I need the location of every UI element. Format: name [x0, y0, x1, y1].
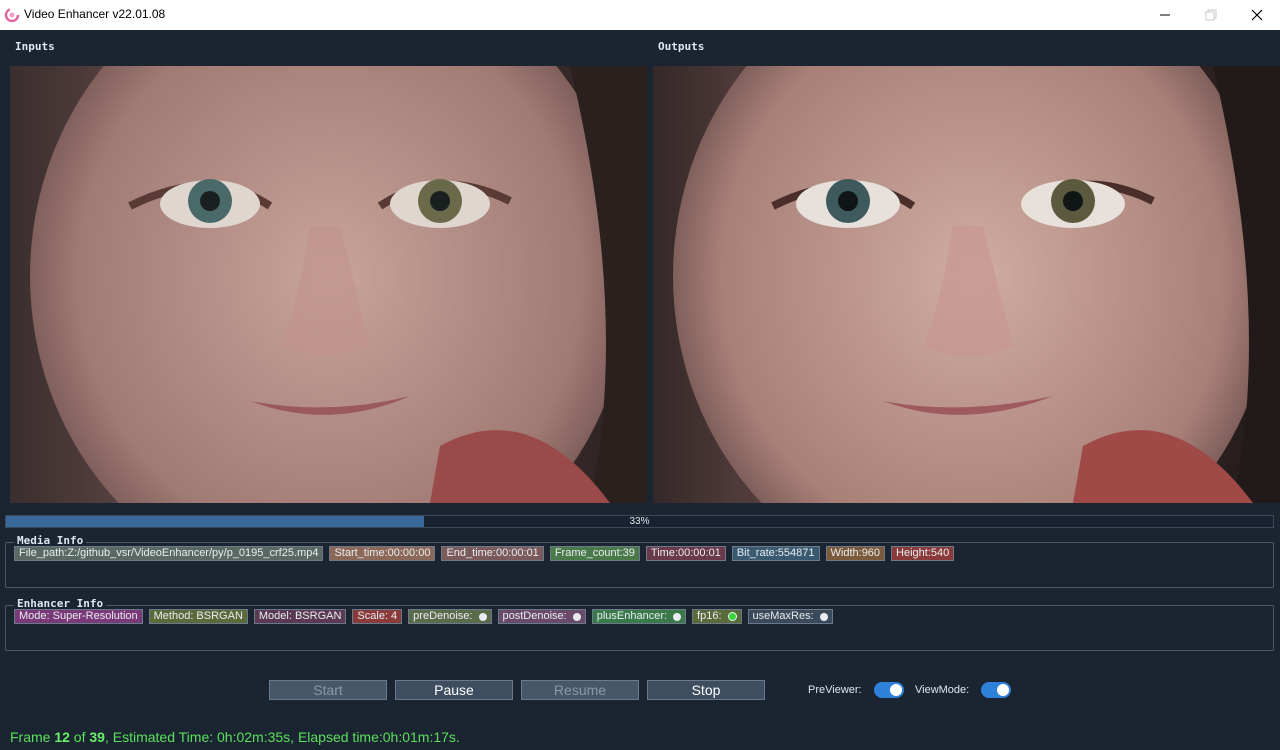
- close-button[interactable]: [1234, 0, 1280, 30]
- progress-bar: 33%: [5, 515, 1274, 528]
- restore-icon: [1205, 9, 1217, 21]
- app-logo-icon: [4, 7, 20, 23]
- enhancer-info-tag-label: plusEnhancer:: [596, 610, 668, 622]
- input-preview: [10, 66, 647, 503]
- media-info-tags: File_path:Z:/github_vsr/VideoEnhancer/py…: [14, 546, 960, 561]
- media-info-tag-label: End_time:00:00:01: [446, 547, 539, 559]
- close-icon: [1251, 9, 1263, 21]
- media-info-tag: Width:960: [825, 546, 886, 561]
- enhancer-info-tag: useMaxRes:: [747, 609, 833, 624]
- minimize-button[interactable]: [1142, 0, 1188, 30]
- media-info-tag: File_path:Z:/github_vsr/VideoEnhancer/py…: [14, 546, 324, 561]
- media-info-tag: Time:00:00:01: [645, 546, 726, 561]
- media-info-tag-label: Frame_count:39: [554, 547, 635, 559]
- enhancer-info-tag: plusEnhancer:: [591, 609, 687, 624]
- pause-button[interactable]: Pause: [395, 680, 513, 700]
- status-off-indicator: [478, 612, 487, 621]
- enhancer-info-tag-label: Mode: Super-Resolution: [19, 610, 138, 622]
- toggle-knob: [997, 684, 1009, 696]
- previewer-label: PreViewer:: [808, 684, 862, 696]
- title-bar: Video Enhancer v22.01.08: [0, 0, 1280, 30]
- media-info-tag: Bit_rate:554871: [731, 546, 820, 561]
- status-frame-of: of: [69, 729, 90, 745]
- enhancer-info-tag-label: Model: BSRGAN: [258, 610, 342, 622]
- media-info-tag-label: Time:00:00:01: [650, 547, 721, 559]
- resume-button[interactable]: Resume: [521, 680, 639, 700]
- enhancer-info-tag-label: postDenoise:: [502, 610, 567, 622]
- status-frame-current: 12: [54, 729, 70, 745]
- media-info-group: Media Info File_path:Z:/github_vsr/Video…: [5, 534, 1274, 588]
- media-info-tag-label: Bit_rate:554871: [736, 547, 815, 559]
- inputs-label: Inputs: [15, 40, 55, 53]
- media-info-tag: Height:540: [891, 546, 955, 561]
- output-preview: [653, 66, 1280, 503]
- enhancer-info-tag: Scale: 4: [352, 609, 403, 624]
- enhancer-info-tag: preDenoise:: [408, 609, 492, 624]
- enhancer-info-tag: postDenoise:: [497, 609, 586, 624]
- status-off-indicator: [819, 612, 828, 621]
- media-info-tag-label: Height:540: [896, 547, 950, 559]
- enhancer-info-tag: fp16:: [692, 609, 742, 624]
- status-on-indicator: [727, 612, 737, 621]
- status-off-indicator: [673, 612, 682, 621]
- enhancer-info-tag: Mode: Super-Resolution: [14, 609, 143, 624]
- media-info-tag-label: File_path:Z:/github_vsr/VideoEnhancer/py…: [19, 547, 319, 559]
- progress-label: 33%: [629, 516, 650, 527]
- stop-button[interactable]: Stop: [647, 680, 765, 700]
- viewmode-label: ViewMode:: [915, 684, 970, 696]
- media-info-tag: Frame_count:39: [549, 546, 640, 561]
- enhancer-info-tag: Method: BSRGAN: [148, 609, 248, 624]
- status-line: Frame 12 of 39, Estimated Time: 0h:02m:3…: [10, 729, 460, 745]
- minimize-icon: [1160, 14, 1170, 16]
- start-button[interactable]: Start: [269, 680, 387, 700]
- enhancer-info-tag: Model: BSRGAN: [253, 609, 347, 624]
- previewer-toggle[interactable]: [874, 682, 904, 698]
- enhancer-info-tag-label: preDenoise:: [413, 610, 473, 622]
- enhancer-info-tag-label: fp16:: [697, 610, 722, 622]
- media-info-tag-label: Start_time:00:00:00: [334, 547, 431, 559]
- media-info-tag: Start_time:00:00:00: [329, 546, 436, 561]
- enhancer-info-group: Enhancer Info Mode: Super-Resolution Meth…: [5, 597, 1274, 651]
- status-off-indicator: [572, 612, 581, 621]
- enhancer-info-tag-label: Method: BSRGAN: [153, 610, 243, 622]
- media-info-tag: End_time:00:00:01: [441, 546, 544, 561]
- viewmode-toggle[interactable]: [981, 682, 1011, 698]
- input-face-image: [10, 66, 647, 503]
- enhancer-info-tags: Mode: Super-Resolution Method: BSRGAN Mode…: [14, 609, 839, 624]
- outputs-label: Outputs: [658, 40, 705, 53]
- toggle-knob: [890, 684, 902, 696]
- maximize-button[interactable]: [1188, 0, 1234, 30]
- output-face-image: [653, 66, 1280, 503]
- status-frame-total: 39: [89, 729, 105, 745]
- enhancer-info-tag-label: useMaxRes:: [752, 610, 814, 622]
- status-times: , Estimated Time: 0h:02m:35s, Elapsed ti…: [104, 729, 460, 745]
- enhancer-info-tag-label: Scale: 4: [357, 610, 398, 622]
- window-title: Video Enhancer v22.01.08: [24, 7, 166, 21]
- status-frame-prefix: Frame: [10, 729, 55, 745]
- media-info-tag-label: Width:960: [830, 547, 881, 559]
